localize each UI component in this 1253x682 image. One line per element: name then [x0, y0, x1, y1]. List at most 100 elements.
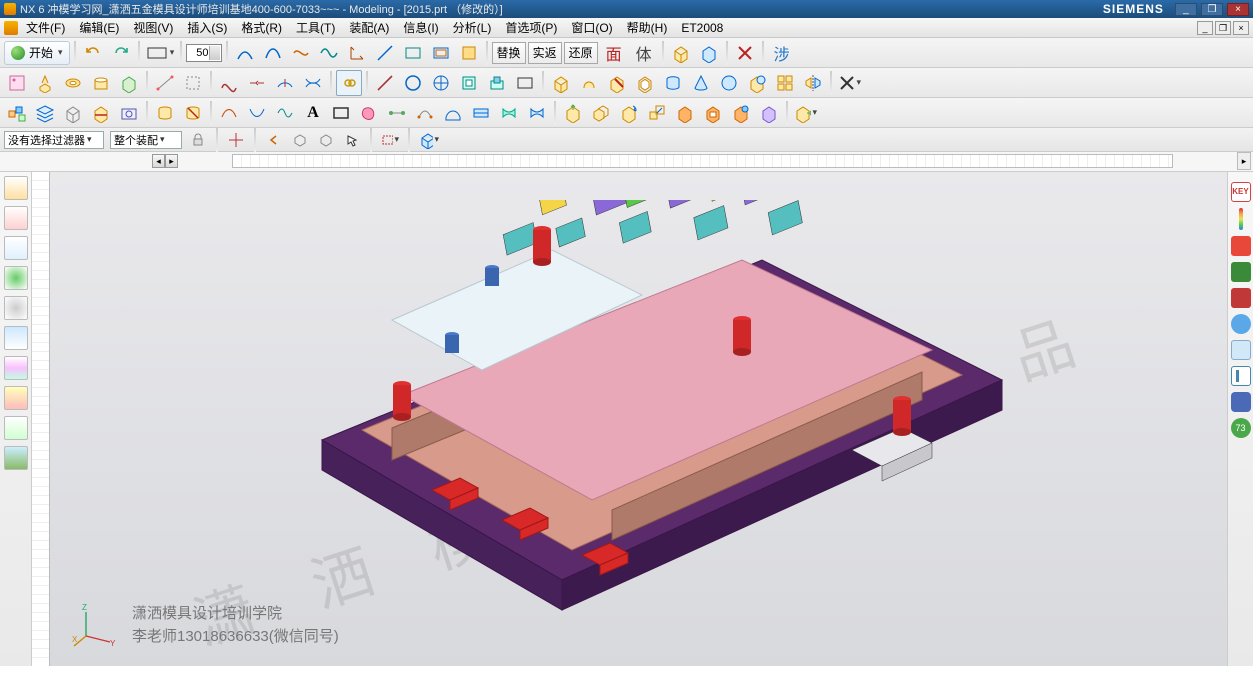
- red-tool[interactable]: [1231, 236, 1251, 256]
- selection-filter-combo[interactable]: 没有选择过滤器▾: [4, 131, 104, 149]
- menu-edit[interactable]: 编辑(E): [73, 18, 125, 37]
- wave-box[interactable]: [756, 100, 782, 126]
- region-tool[interactable]: [456, 40, 482, 66]
- curve-a[interactable]: [216, 100, 242, 126]
- system-tab[interactable]: [4, 386, 28, 410]
- cyl-cut[interactable]: [180, 100, 206, 126]
- node-tool-2[interactable]: [412, 100, 438, 126]
- roles-tab[interactable]: [4, 326, 28, 350]
- layer-button[interactable]: [32, 100, 58, 126]
- face-button[interactable]: 面: [600, 41, 628, 65]
- red-block-tool[interactable]: [1231, 288, 1251, 308]
- move-box[interactable]: [560, 100, 586, 126]
- box-primitive[interactable]: [668, 40, 694, 66]
- section-button[interactable]: [88, 100, 114, 126]
- restore-button[interactable]: 还原: [564, 42, 598, 64]
- sel-cube[interactable]: ▾: [418, 129, 440, 151]
- text-tool[interactable]: A: [300, 100, 326, 126]
- tree-tool[interactable]: [1231, 366, 1251, 386]
- curve-b[interactable]: [244, 100, 270, 126]
- line-tool[interactable]: [372, 40, 398, 66]
- start-button[interactable]: 开始 ▾: [4, 41, 70, 65]
- menu-pref[interactable]: 首选项(P): [499, 18, 563, 37]
- node-tool-1[interactable]: [384, 100, 410, 126]
- undo-button[interactable]: [80, 40, 106, 66]
- surf-tool-2[interactable]: [496, 100, 522, 126]
- shell-tool[interactable]: [632, 70, 658, 96]
- menu-insert[interactable]: 插入(S): [181, 18, 233, 37]
- circle-center-tool[interactable]: [428, 70, 454, 96]
- cone-tool[interactable]: [688, 70, 714, 96]
- rect-outline[interactable]: [328, 100, 354, 126]
- arc-join-tool[interactable]: [300, 70, 326, 96]
- view-cube-button[interactable]: [60, 100, 86, 126]
- wip-button[interactable]: [116, 100, 142, 126]
- hsv-tab[interactable]: [4, 356, 28, 380]
- blob-tool[interactable]: [356, 100, 382, 126]
- mdi-restore-button[interactable]: ❐: [1215, 21, 1231, 35]
- cyl-yellow[interactable]: [152, 100, 178, 126]
- menu-window[interactable]: 窗口(O): [565, 18, 618, 37]
- wave-tool[interactable]: [316, 40, 342, 66]
- ruler-scroll-right[interactable]: ▸: [165, 154, 178, 168]
- curve-merge-tool[interactable]: [244, 70, 270, 96]
- menu-view[interactable]: 视图(V): [127, 18, 179, 37]
- menu-assembly[interactable]: 装配(A): [343, 18, 395, 37]
- boolean-tool[interactable]: [744, 70, 770, 96]
- app-menu-icon[interactable]: [4, 21, 18, 35]
- extrude-button[interactable]: [32, 70, 58, 96]
- part-navigator-tab[interactable]: [4, 176, 28, 200]
- value-spinner[interactable]: 50: [186, 44, 222, 62]
- sphere-tool[interactable]: [716, 70, 742, 96]
- chain-tool[interactable]: [336, 70, 362, 96]
- snap-crosshair[interactable]: [226, 130, 246, 150]
- pad-tool[interactable]: [484, 70, 510, 96]
- delete-x-button[interactable]: ▾: [836, 70, 862, 96]
- graphics-viewport[interactable]: 潇 洒 模 具 学 员 作 品: [32, 172, 1227, 666]
- gear-icon[interactable]: [1231, 314, 1251, 334]
- rotate-box[interactable]: [616, 100, 642, 126]
- ruler-scroll-left[interactable]: ◂: [152, 154, 165, 168]
- sel-prev[interactable]: [264, 130, 284, 150]
- green-tool[interactable]: [1231, 262, 1251, 282]
- coord-tool[interactable]: [344, 40, 370, 66]
- rect-draw-tool[interactable]: [400, 40, 426, 66]
- key-button[interactable]: KEY: [1231, 182, 1251, 202]
- history-tab[interactable]: [4, 296, 28, 320]
- sel-box-a[interactable]: [290, 130, 310, 150]
- close-button[interactable]: ×: [1227, 3, 1249, 16]
- hole-button[interactable]: [88, 70, 114, 96]
- spline-tool[interactable]: [288, 40, 314, 66]
- block-yellow[interactable]: [548, 70, 574, 96]
- minimize-button[interactable]: _: [1175, 3, 1197, 16]
- percent-badge[interactable]: 73: [1231, 418, 1251, 438]
- boss-button[interactable]: [116, 70, 142, 96]
- actual-button[interactable]: 实返: [528, 42, 562, 64]
- interference-button[interactable]: 涉: [768, 41, 796, 65]
- export-box[interactable]: ▾: [792, 100, 818, 126]
- redo-button[interactable]: [108, 40, 134, 66]
- pattern-tool[interactable]: [772, 70, 798, 96]
- scene-tab[interactable]: [4, 446, 28, 470]
- menu-help[interactable]: 帮助(H): [621, 18, 674, 37]
- mdi-minimize-button[interactable]: _: [1197, 21, 1213, 35]
- surf-tool-1[interactable]: [468, 100, 494, 126]
- cut-tool[interactable]: [604, 70, 630, 96]
- rect-tool-button[interactable]: ▾: [144, 40, 176, 66]
- bridge-tool[interactable]: [440, 100, 466, 126]
- resource-bar-toggle[interactable]: ▸: [1237, 152, 1251, 170]
- mdi-close-button[interactable]: ×: [1233, 21, 1249, 35]
- mirror-tool[interactable]: [800, 70, 826, 96]
- orange-box-3[interactable]: [728, 100, 754, 126]
- assembly-navigator-tab[interactable]: [4, 206, 28, 230]
- copy-box[interactable]: [588, 100, 614, 126]
- panel-tool[interactable]: [1231, 340, 1251, 360]
- sel-rect[interactable]: ▾: [380, 130, 400, 150]
- menu-et2008[interactable]: ET2008: [675, 20, 729, 36]
- maximize-button[interactable]: ❐: [1201, 3, 1223, 16]
- sel-box-b[interactable]: [316, 130, 336, 150]
- surf-tool-3[interactable]: [524, 100, 550, 126]
- menu-analysis[interactable]: 分析(L): [447, 18, 498, 37]
- process-tab[interactable]: [4, 416, 28, 440]
- menu-file[interactable]: 文件(F): [20, 18, 71, 37]
